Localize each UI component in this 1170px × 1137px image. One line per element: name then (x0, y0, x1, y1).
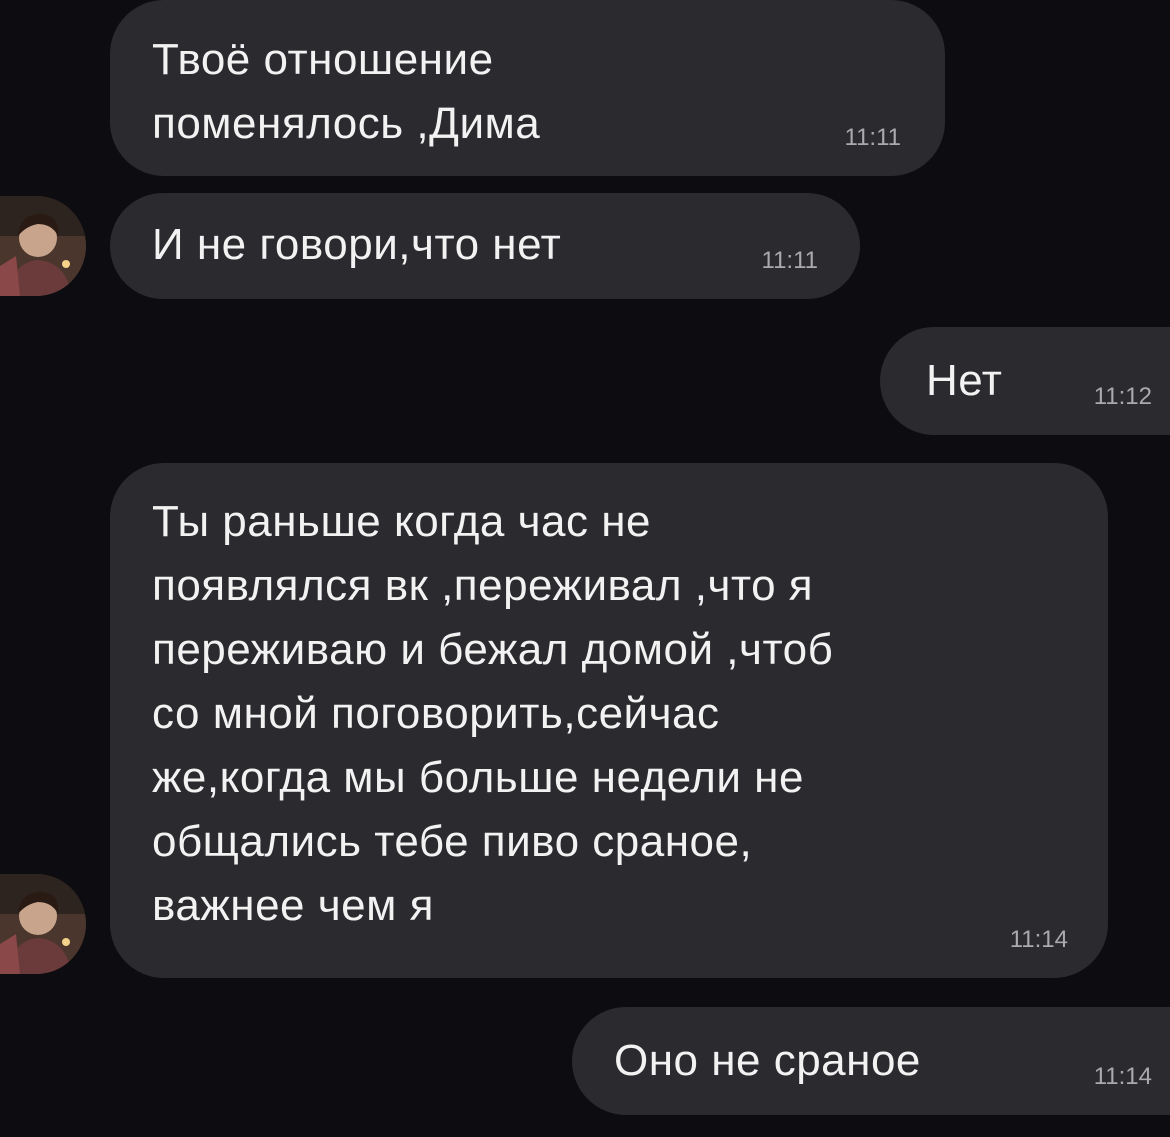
contact-avatar[interactable] (0, 196, 86, 296)
message-time: 11:11 (844, 124, 902, 151)
avatar-photo-icon (0, 196, 86, 296)
message-text: Ты раньше когда час не появлялся вк ,пер… (152, 497, 834, 930)
message-text: Оно не сраное (614, 1036, 921, 1085)
contact-avatar[interactable] (0, 874, 86, 974)
message-time: 11:12 (1093, 383, 1152, 410)
message-time: 11:14 (1093, 1063, 1152, 1090)
message-text: И не говори,что нет (152, 220, 562, 269)
message-time: 11:11 (761, 247, 819, 274)
message-text: Твоё отношение поменялось ,Дима (152, 35, 541, 148)
message-time: 11:14 (1009, 926, 1068, 953)
message-bubble-incoming[interactable]: Ты раньше когда час не появлялся вк ,пер… (110, 463, 1108, 978)
chat-thread: Твоё отношение поменялось ,Дима 11:11 И … (0, 0, 1170, 1137)
message-bubble-incoming[interactable]: Твоё отношение поменялось ,Дима 11:11 (110, 0, 945, 176)
message-bubble-outgoing[interactable]: Оно не сраное 11:14 (572, 1007, 1170, 1115)
message-bubble-outgoing[interactable]: Нет 11:12 (880, 327, 1170, 435)
avatar-photo-icon (0, 874, 86, 974)
message-bubble-incoming[interactable]: И не говори,что нет 11:11 (110, 193, 860, 299)
